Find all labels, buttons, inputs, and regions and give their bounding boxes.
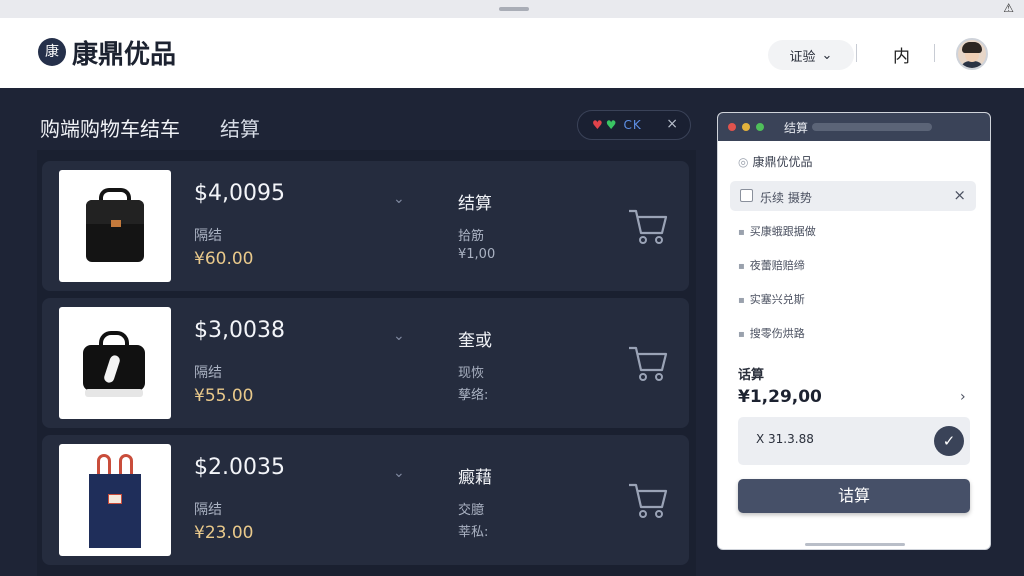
panel-url-bar[interactable] xyxy=(812,123,932,131)
item-detail-label: 交臆 xyxy=(458,503,485,518)
header-divider xyxy=(856,44,857,62)
coupon-code: X 31.3.88 xyxy=(756,432,814,446)
panel-option-label: 实塞兴兑斯 xyxy=(749,293,805,306)
panel-option-label: 夜蕾赔赔缔 xyxy=(749,259,805,272)
window-grabber[interactable] xyxy=(499,7,529,11)
language-select[interactable]: 证验 ⌄ xyxy=(768,40,854,70)
item-detail-value: 莘私: xyxy=(458,525,489,540)
chevron-down-icon: ⌄ xyxy=(821,47,833,63)
logo-icon: 康 xyxy=(38,38,66,66)
wifi-off-icon[interactable]: ⚠ xyxy=(1003,1,1014,15)
total-label: 话算 xyxy=(738,368,765,383)
cart-item[interactable]: $2.0035 隔结 ¥23.00 ⌄ 癜藉 交臆 莘私: xyxy=(42,435,689,565)
product-image[interactable] xyxy=(59,444,171,556)
status-pill-text: CK xyxy=(623,118,642,132)
header-divider xyxy=(934,44,935,62)
document-icon: ▪ xyxy=(738,329,745,340)
panel-title: 结算 xyxy=(784,121,809,135)
panel-option[interactable]: ▪ 夜蕾赔赔缔 xyxy=(738,257,805,273)
item-detail-value: ¥1,00 xyxy=(458,247,496,262)
item-price-label: 隔结 xyxy=(194,502,222,518)
panel-titlebar: 结算 xyxy=(718,113,990,141)
check-icon[interactable]: ✓ xyxy=(934,426,964,456)
total-value: ¥1,29,00 xyxy=(738,387,822,407)
page-title: 购端购物车结车 xyxy=(40,117,180,141)
avatar[interactable] xyxy=(956,38,988,70)
system-top-strip: ⚠ xyxy=(0,0,1024,18)
panel-option-label: 搜零伤烘路 xyxy=(749,327,805,340)
panel-option[interactable]: ▪ 买康蛾跟据做 xyxy=(738,223,816,239)
item-price: $4,0095 xyxy=(194,181,285,206)
status-pill[interactable]: ♥ ♥ CK × xyxy=(577,110,691,140)
chevron-right-icon[interactable]: › xyxy=(960,389,966,405)
item-unit-price: ¥60.00 xyxy=(194,249,254,269)
option-checkbox[interactable] xyxy=(740,189,753,202)
language-select-label: 证验 xyxy=(789,49,816,65)
cart-icon[interactable] xyxy=(627,344,669,382)
item-unit-price: ¥23.00 xyxy=(194,523,254,543)
heart-green-icon: ♥ xyxy=(605,118,617,132)
header-menu-button[interactable]: 内 xyxy=(893,42,910,67)
checkout-button[interactable]: 诘算 xyxy=(738,479,970,513)
close-icon[interactable]: × xyxy=(953,186,966,204)
item-detail-label: 拾筋 xyxy=(458,229,485,244)
window-minimize-dot[interactable] xyxy=(742,123,750,131)
chevron-down-icon[interactable]: ⌄ xyxy=(393,465,405,481)
item-action-title: 结算 xyxy=(458,194,492,214)
panel-option[interactable]: ▪ 实塞兴兑斯 xyxy=(738,291,805,307)
close-icon[interactable]: × xyxy=(666,116,678,132)
chevron-down-icon[interactable]: ⌄ xyxy=(393,191,405,207)
cart-icon[interactable] xyxy=(627,207,669,245)
item-action-title: 癜藉 xyxy=(458,468,492,488)
item-price-label: 隔结 xyxy=(194,228,222,244)
window-maximize-dot[interactable] xyxy=(756,123,764,131)
option-field-text: 乐续 摄势 xyxy=(760,191,812,205)
panel-option-field[interactable]: 乐续 摄势 × xyxy=(730,181,976,211)
product-image[interactable] xyxy=(59,307,171,419)
checkout-tab[interactable]: 结算 xyxy=(220,113,260,142)
cart-item[interactable]: $4,0095 隔结 ¥60.00 ⌄ 结算 拾筋 ¥1,00 xyxy=(42,161,689,291)
item-price: $2.0035 xyxy=(194,455,285,480)
document-icon: ▪ xyxy=(738,261,745,272)
cart-item[interactable]: $3,0038 隔结 ¥55.00 ⌄ 奎或 现恢 孳络: xyxy=(42,298,689,428)
panel-resize-handle[interactable] xyxy=(805,543,905,546)
panel-option-label: 买康蛾跟据做 xyxy=(749,225,816,238)
app-header: 康 康鼎优品 证验 ⌄ 内 xyxy=(0,18,1024,88)
window-close-dot[interactable] xyxy=(728,123,736,131)
item-action-title: 奎或 xyxy=(458,331,492,351)
document-icon: ▪ xyxy=(738,295,745,306)
cart-icon[interactable] xyxy=(627,481,669,519)
item-price-label: 隔结 xyxy=(194,365,222,381)
item-detail-label: 现恢 xyxy=(458,366,485,381)
brand-name: 康鼎优品 xyxy=(72,40,177,70)
item-unit-price: ¥55.00 xyxy=(194,386,254,406)
item-detail-value: 孳络: xyxy=(458,388,489,403)
checkout-panel: 结算 ◎ 康鼎优优品 乐续 摄势 × ▪ 买康蛾跟据做 ▪ 夜蕾赔赔缔 ▪ 实塞兴兑斯 … xyxy=(717,112,991,550)
product-image[interactable] xyxy=(59,170,171,282)
panel-brand: ◎ 康鼎优优品 xyxy=(738,153,813,170)
coupon-field[interactable]: X 31.3.88 ✓ xyxy=(738,417,970,465)
heart-red-icon: ♥ xyxy=(592,118,603,132)
item-price: $3,0038 xyxy=(194,318,285,343)
panel-option[interactable]: ▪ 搜零伤烘路 xyxy=(738,325,805,341)
globe-icon: ◎ xyxy=(738,155,749,169)
panel-brand-label: 康鼎优优品 xyxy=(752,155,813,169)
chevron-down-icon[interactable]: ⌄ xyxy=(393,328,405,344)
document-icon: ▪ xyxy=(738,227,745,238)
cart-list: $4,0095 隔结 ¥60.00 ⌄ 结算 拾筋 ¥1,00 $3,0038 … xyxy=(37,150,696,576)
